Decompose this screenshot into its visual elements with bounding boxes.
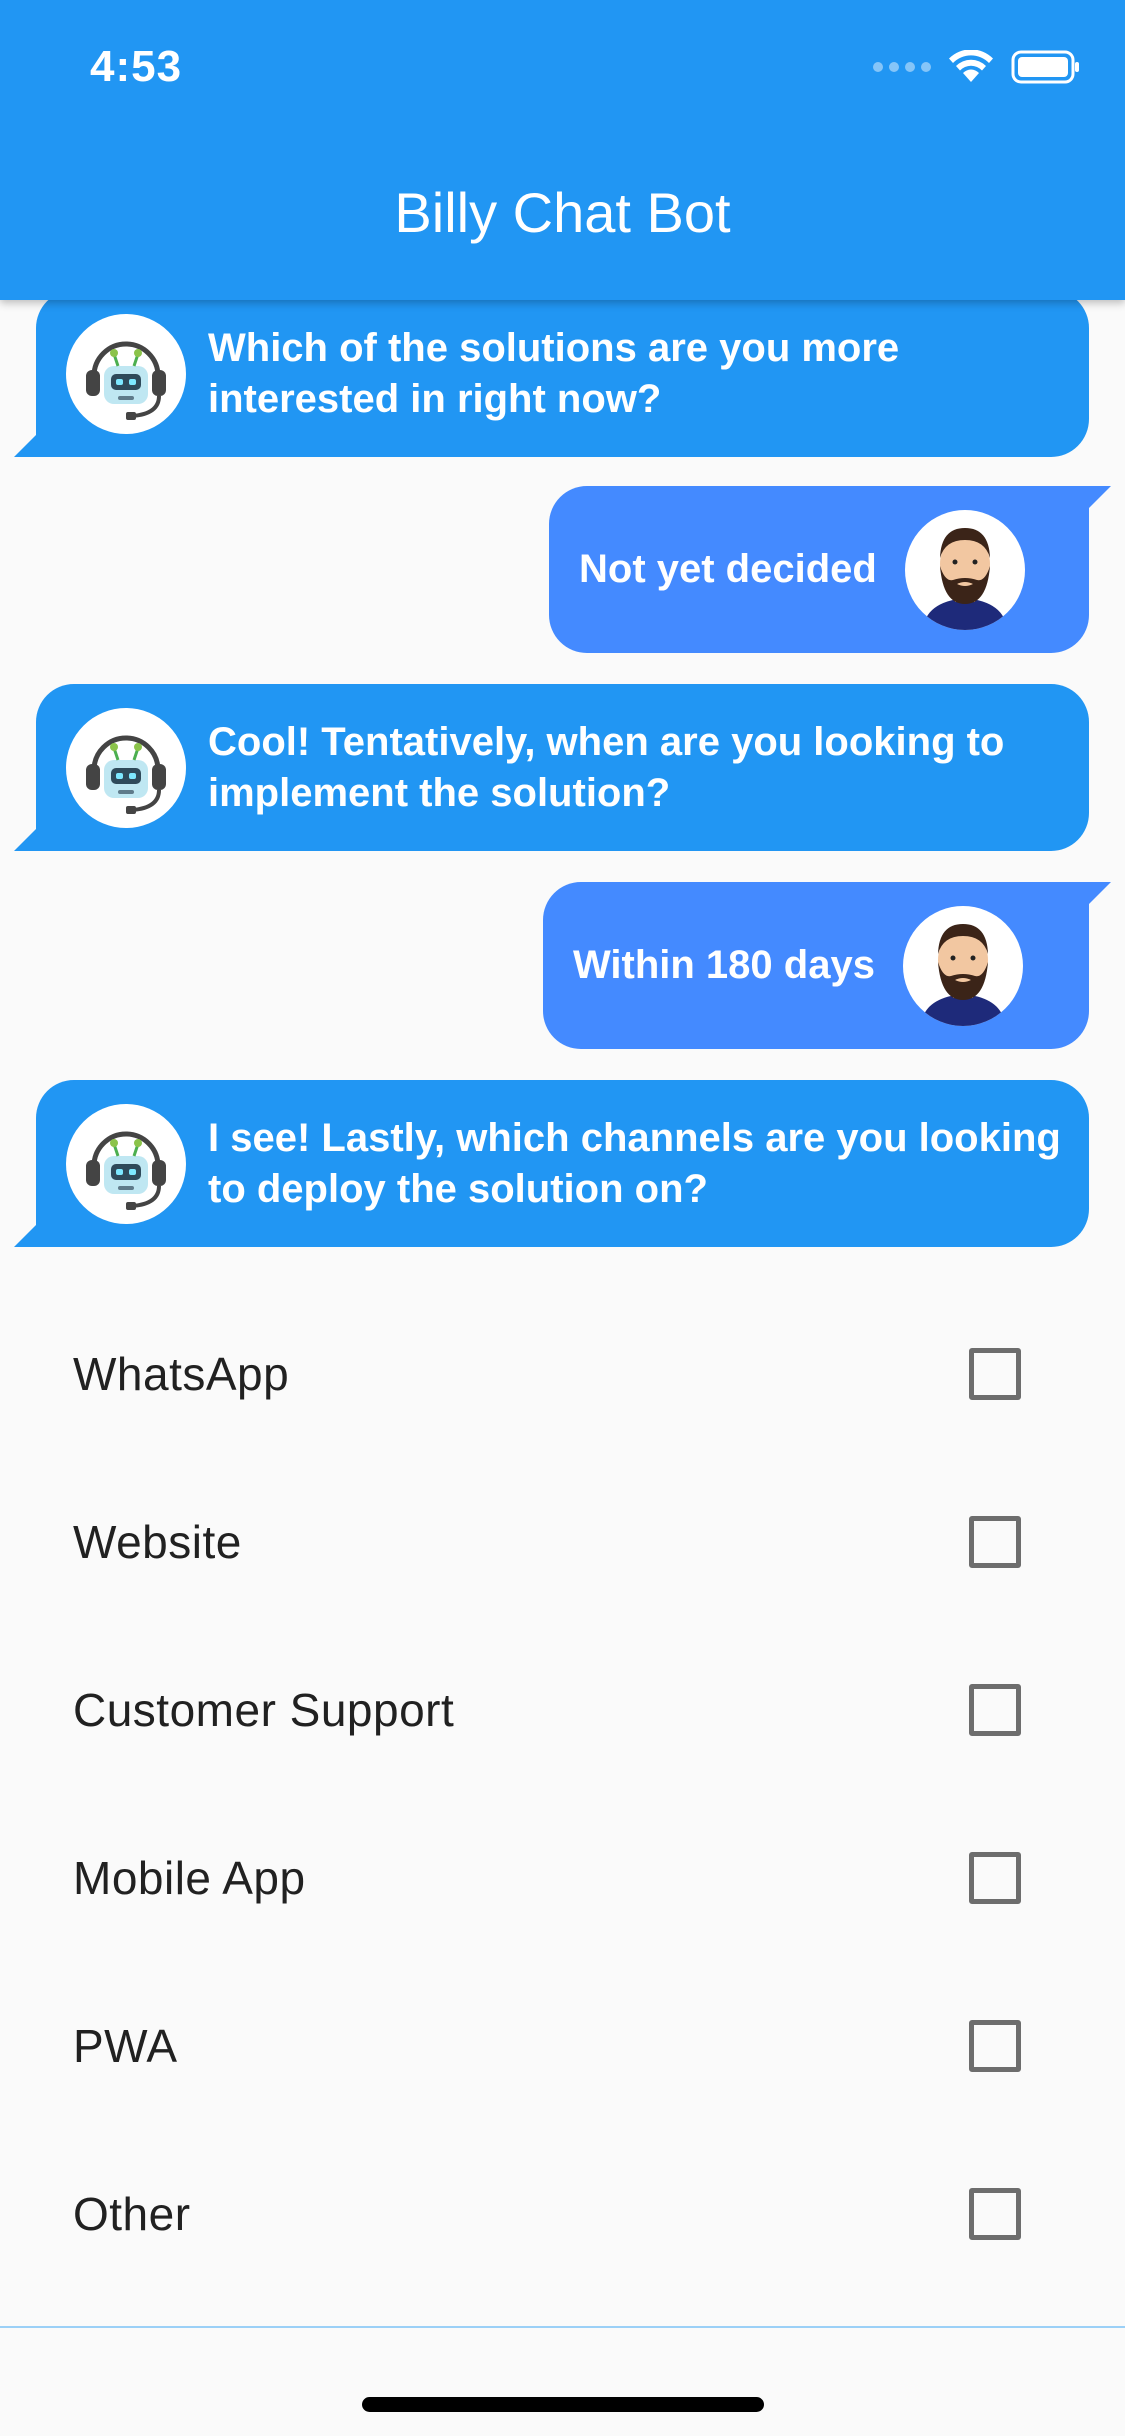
signal-dots-icon xyxy=(873,62,931,72)
user-message: Not yet decided xyxy=(549,486,1111,653)
option-checkbox[interactable] xyxy=(969,2020,1021,2072)
bottom-divider xyxy=(0,2326,1125,2328)
option-row-pwa[interactable]: PWA xyxy=(0,1962,1125,2130)
option-label: Other xyxy=(73,2188,191,2240)
option-row-other[interactable]: Other xyxy=(0,2130,1125,2298)
option-checkbox[interactable] xyxy=(969,1516,1021,1568)
status-icons xyxy=(873,50,1081,84)
robot-headset-icon xyxy=(66,313,186,434)
robot-headset-icon xyxy=(66,707,186,828)
home-indicator[interactable] xyxy=(362,2397,764,2412)
page-title: Billy Chat Bot xyxy=(394,181,731,244)
battery-icon xyxy=(1011,50,1081,84)
option-row-whatsapp[interactable]: WhatsApp xyxy=(0,1290,1125,1458)
robot-headset-icon xyxy=(66,1103,186,1224)
user-message: Within 180 days xyxy=(543,882,1111,1049)
bot-message: Cool! Tentatively, when are you looking … xyxy=(14,684,1089,851)
bearded-man-avatar xyxy=(902,905,1023,1026)
wifi-icon xyxy=(949,50,993,84)
option-checkbox[interactable] xyxy=(969,1348,1021,1400)
option-label: PWA xyxy=(73,2020,178,2072)
option-checkbox[interactable] xyxy=(969,1852,1021,1904)
bot-message: I see! Lastly, which channels are you lo… xyxy=(14,1080,1089,1247)
bot-message-text: I see! Lastly, which channels are you lo… xyxy=(208,1115,1061,1211)
status-time: 4:53 xyxy=(90,42,183,91)
app-bar: 4:53 Billy Chat Bot xyxy=(0,0,1125,300)
option-label: WhatsApp xyxy=(73,1348,290,1400)
option-row-customer-support[interactable]: Customer Support xyxy=(0,1626,1125,1794)
option-label: Mobile App xyxy=(73,1852,306,1904)
user-message-text: Not yet decided xyxy=(579,547,877,591)
option-row-mobile-app[interactable]: Mobile App xyxy=(0,1794,1125,1962)
option-checkbox[interactable] xyxy=(969,1684,1021,1736)
bot-message: Which of the solutions are you more inte… xyxy=(14,290,1089,457)
bot-message-text: Which of the solutions are you more inte… xyxy=(208,325,900,421)
option-checkbox[interactable] xyxy=(969,2188,1021,2240)
option-row-website[interactable]: Website xyxy=(0,1458,1125,1626)
option-label: Customer Support xyxy=(73,1684,455,1736)
user-message-text: Within 180 days xyxy=(573,943,875,987)
bot-message-text: Cool! Tentatively, when are you looking … xyxy=(208,719,1005,815)
option-label: Website xyxy=(73,1516,242,1568)
bearded-man-avatar xyxy=(904,509,1025,630)
chat-screen: 4:53 Billy Chat Bot Which of the solutio… xyxy=(0,0,1125,2436)
